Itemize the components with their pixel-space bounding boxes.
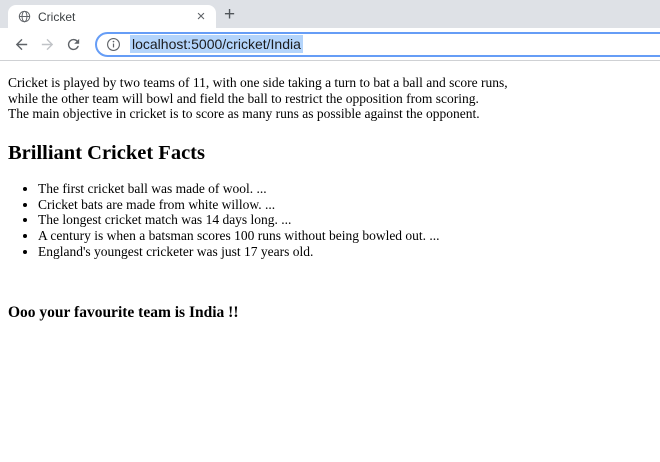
facts-heading: Brilliant Cricket Facts bbox=[8, 141, 205, 164]
tab-bar: Cricket × + bbox=[0, 0, 660, 28]
fact-item: The longest cricket match was 14 days lo… bbox=[38, 212, 660, 228]
back-arrow-icon bbox=[13, 36, 30, 53]
fact-item: England's youngest cricketer was just 17… bbox=[38, 244, 660, 260]
forward-arrow-icon bbox=[39, 36, 56, 53]
globe-icon bbox=[18, 10, 31, 23]
fact-item: Cricket bats are made from white willow.… bbox=[38, 197, 660, 213]
facts-list: The first cricket ball was made of wool.… bbox=[8, 181, 660, 259]
browser-window: Cricket × + localhost:5000/cricket/India… bbox=[0, 0, 660, 322]
tab-title: Cricket bbox=[38, 9, 76, 24]
browser-tab-cricket[interactable]: Cricket × bbox=[8, 5, 216, 28]
forward-button[interactable] bbox=[34, 31, 60, 57]
reload-button[interactable] bbox=[60, 31, 86, 57]
intro-line-1: Cricket is played by two teams of 11, wi… bbox=[8, 75, 508, 90]
fact-item: A century is when a batsman scores 100 r… bbox=[38, 228, 660, 244]
intro-line-3: The main objective in cricket is to scor… bbox=[8, 106, 480, 122]
back-button[interactable] bbox=[8, 31, 34, 57]
intro-line-2: while the other team will bowl and field… bbox=[8, 90, 479, 106]
favourite-team-message: Ooo your favourite team is India !! bbox=[8, 304, 239, 322]
reload-icon bbox=[65, 36, 82, 53]
intro-paragraph: Cricket is played by two teams of 11, wi… bbox=[8, 75, 660, 122]
tab-close-icon[interactable]: × bbox=[193, 9, 209, 25]
url-input[interactable]: localhost:5000/cricket/India bbox=[130, 35, 303, 53]
browser-toolbar: localhost:5000/cricket/India bbox=[0, 28, 660, 61]
fact-item: The first cricket ball was made of wool.… bbox=[38, 181, 660, 197]
address-bar[interactable]: localhost:5000/cricket/India bbox=[95, 31, 660, 57]
page-content: Cricket is played by two teams of 11, wi… bbox=[0, 75, 660, 322]
new-tab-button[interactable]: + bbox=[221, 5, 238, 24]
info-icon[interactable] bbox=[106, 37, 121, 52]
